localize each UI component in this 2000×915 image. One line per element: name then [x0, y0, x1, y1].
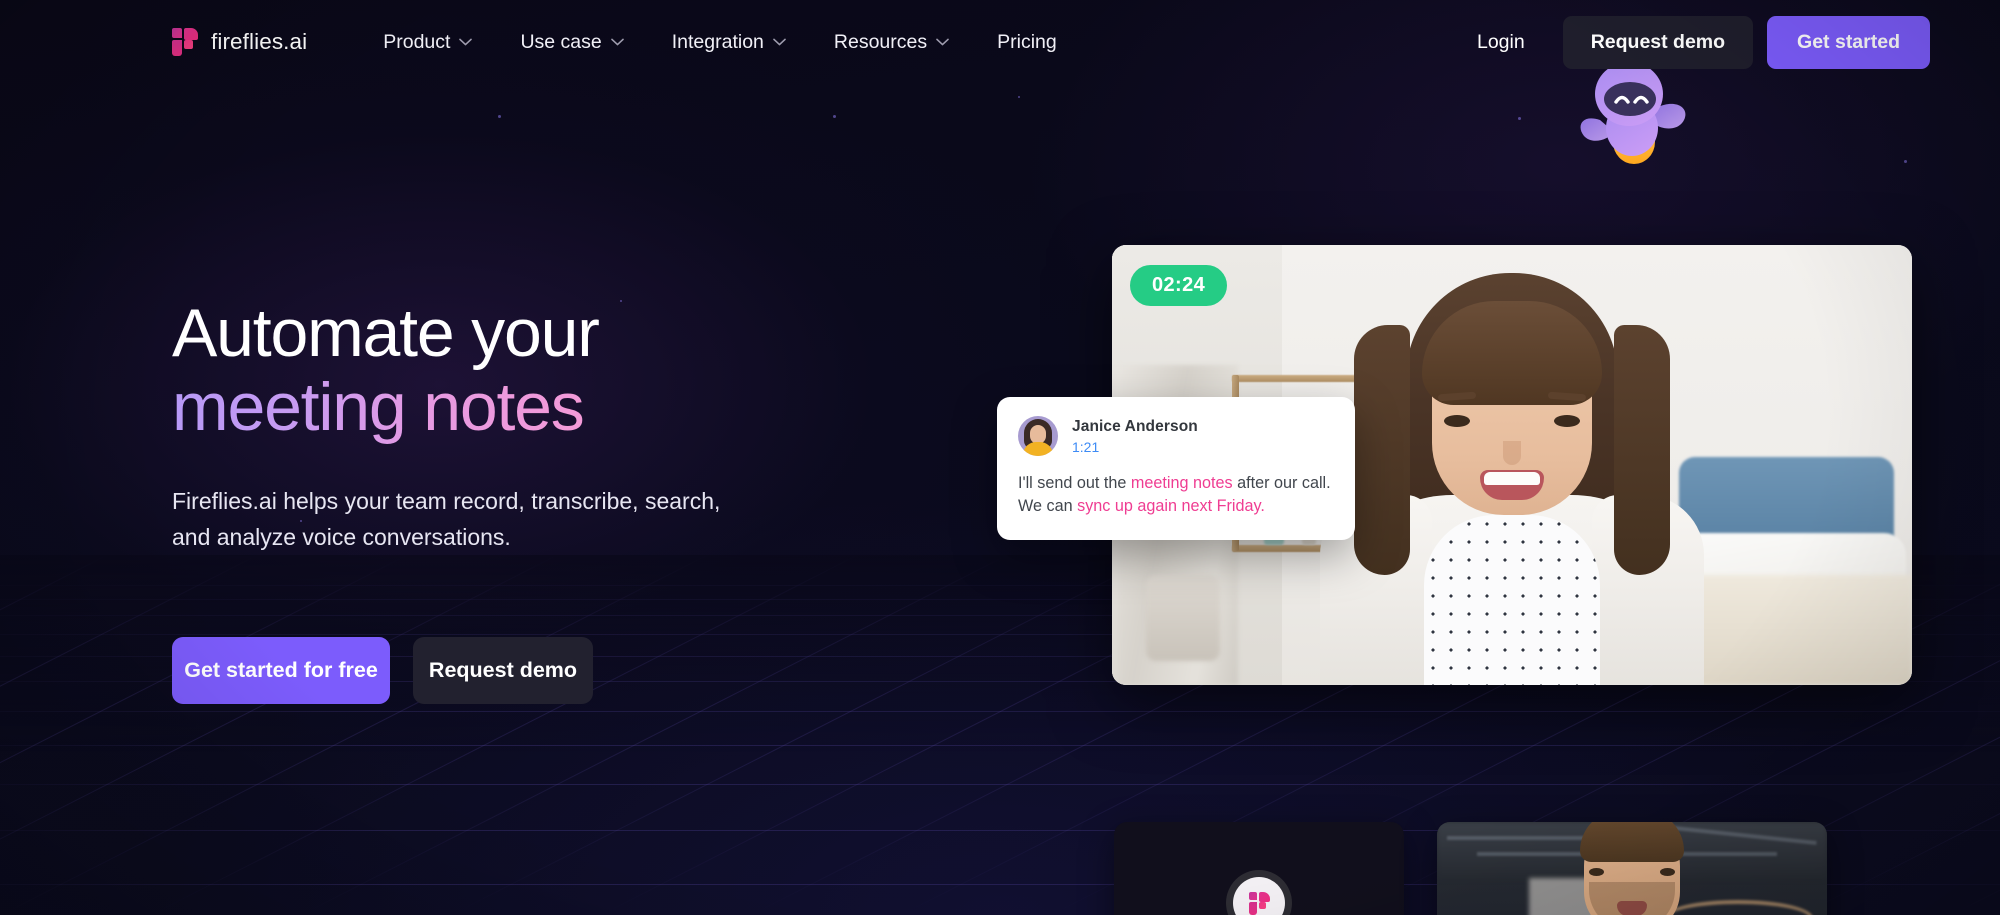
nav-item-label: Product: [383, 30, 451, 53]
fireflies-logo-icon: [172, 28, 198, 56]
logo-avatar-circle: [1226, 870, 1292, 915]
nav-links: Product Use case Integration Resources P…: [359, 21, 1080, 64]
brand-logo-link[interactable]: fireflies.ai: [172, 28, 307, 56]
nav-item-label: Integration: [671, 30, 764, 53]
hero-cta-row: Get started for free Request demo: [172, 637, 972, 705]
transcript-line1-pre: I'll send out the: [1018, 474, 1131, 492]
grid-line-horizontal: [0, 710, 2000, 712]
top-navigation-bar: fireflies.ai Product Use case Integratio…: [0, 0, 2000, 84]
grid-line-horizontal: [0, 744, 2000, 746]
transcript-line1-post: after our call.: [1232, 474, 1331, 492]
nav-actions: Login Request demo Get started: [1451, 15, 1930, 69]
nav-item-pricing[interactable]: Pricing: [973, 21, 1081, 64]
hero-section: Automate your meeting notes Fireflies.ai…: [0, 50, 2000, 915]
nav-item-label: Resources: [833, 30, 928, 53]
nav-item-label: Use case: [520, 30, 602, 53]
hero-subheading: Fireflies.ai helps your team record, tra…: [172, 484, 832, 555]
nav-item-integration[interactable]: Integration: [648, 21, 810, 64]
video-participant: [1302, 265, 1722, 685]
chevron-down-icon: [936, 38, 949, 46]
transcript-highlight-sync-up[interactable]: sync up again next Friday.: [1077, 497, 1265, 515]
transcript-header: Janice Anderson 1:21: [1018, 416, 1334, 456]
transcript-speaker-name: Janice Anderson: [1072, 417, 1198, 435]
hero-copy: Automate your meeting notes Fireflies.ai…: [172, 84, 972, 705]
fireflies-logo-icon: [1248, 891, 1270, 915]
headline-line-1: Automate your: [172, 295, 600, 371]
hero-request-demo-button[interactable]: Request demo: [413, 637, 593, 705]
nav-item-label: Pricing: [997, 30, 1057, 53]
transcript-text: I'll send out the meeting notes after ou…: [1018, 472, 1334, 518]
nav-item-product[interactable]: Product: [359, 21, 496, 64]
chevron-down-icon: [610, 38, 624, 46]
get-started-for-free-button[interactable]: Get started for free: [172, 637, 390, 705]
grid-line-horizontal: [0, 784, 2000, 786]
login-link[interactable]: Login: [1451, 21, 1551, 64]
subhead-line-2: and analyze voice conversations.: [172, 523, 511, 550]
avatar: [1018, 416, 1058, 456]
nav-item-resources[interactable]: Resources: [810, 21, 973, 64]
headline-line-2: meeting notes: [172, 369, 585, 446]
notetaker-logo-card[interactable]: Fire Flies AI Notetaker: [1114, 822, 1404, 915]
request-demo-button[interactable]: Request demo: [1562, 15, 1754, 69]
transcript-timestamp[interactable]: 1:21: [1072, 439, 1198, 455]
subhead-line-1: Fireflies.ai helps your team record, tra…: [172, 488, 721, 515]
transcript-card: Janice Anderson 1:21 I'll send out the m…: [997, 397, 1355, 540]
recording-timer-badge: 02:24: [1130, 265, 1228, 306]
landing-page: fireflies.ai Product Use case Integratio…: [0, 0, 2000, 915]
video-participant: [1497, 822, 1767, 915]
hero-media: 02:24 Janice Anderson 1:21 I'll send out…: [997, 50, 2000, 915]
transcript-line2-pre: We can: [1018, 497, 1078, 515]
brand-name: fireflies.ai: [211, 29, 308, 54]
secondary-video-card[interactable]: [1437, 822, 1827, 915]
chevron-down-icon: [459, 38, 473, 46]
transcript-highlight-meeting-notes[interactable]: meeting notes: [1131, 474, 1233, 492]
nav-item-use-case[interactable]: Use case: [496, 21, 647, 64]
page-title: Automate your meeting notes: [172, 296, 972, 444]
chevron-down-icon: [773, 38, 786, 46]
get-started-button[interactable]: Get started: [1767, 15, 1930, 69]
